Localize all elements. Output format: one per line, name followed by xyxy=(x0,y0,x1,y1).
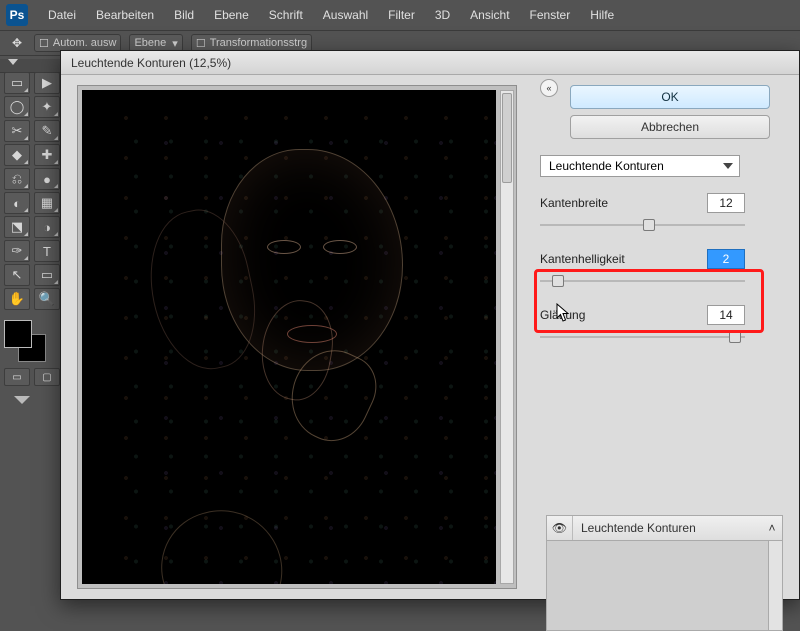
effect-layer-row[interactable]: 👁 Leuchtende Konturen ˄ xyxy=(546,515,783,541)
dodge-tool[interactable]: ◑ xyxy=(34,216,60,238)
preview-image xyxy=(82,90,496,584)
chevron-down-icon xyxy=(723,163,733,169)
magic-wand-tool[interactable]: ✦ xyxy=(34,96,60,118)
slider-knob[interactable] xyxy=(729,331,741,343)
param-edge-width-slider[interactable] xyxy=(540,217,745,233)
app-logo: Ps xyxy=(6,4,28,26)
hand-tool[interactable]: ✋ xyxy=(4,288,30,310)
menu-hilfe[interactable]: Hilfe xyxy=(580,8,624,22)
eraser-tool[interactable]: ◐ xyxy=(4,192,30,214)
shape-tool[interactable]: ▭ xyxy=(34,264,60,286)
menu-filter[interactable]: Filter xyxy=(378,8,425,22)
gradient-tool[interactable]: ▦ xyxy=(34,192,60,214)
crop-tool[interactable]: ✂ xyxy=(4,120,30,142)
window-titlebar[interactable]: Leuchtende Konturen (12,5%) xyxy=(61,51,799,75)
effect-layers-panel: 👁 Leuchtende Konturen ˄ xyxy=(546,515,783,599)
param-edge-width-value[interactable]: 12 xyxy=(707,193,745,213)
menubar: Ps Datei Bearbeiten Bild Ebene Schrift A… xyxy=(0,0,800,30)
layers-vertical-scrollbar[interactable] xyxy=(768,541,782,630)
scrollbar-thumb[interactable] xyxy=(502,93,512,183)
param-edge-brightness-value[interactable]: 2 xyxy=(707,249,745,269)
window-title: Leuchtende Konturen (12,5%) xyxy=(71,56,231,70)
menu-3d[interactable]: 3D xyxy=(425,8,460,22)
zoom-tool[interactable]: 🔍 xyxy=(34,288,60,310)
auto-select-label: Autom. ausw xyxy=(53,37,117,49)
param-smoothness-slider[interactable] xyxy=(540,329,745,345)
param-smoothness-value[interactable]: 14 xyxy=(707,305,745,325)
filter-gallery-window: Leuchtende Konturen (12,5%) xyxy=(60,50,800,600)
menu-schrift[interactable]: Schrift xyxy=(259,8,313,22)
transform-label: Transformationsstrg xyxy=(210,37,307,49)
tools-panel: ▭▶ ◯✦ ✂✎ ◆✚ ⎌● ◐▦ ⬔◑ ✑T ↖▭ ✋🔍 ▭ ▢ xyxy=(4,72,60,404)
screen-mode-toggle[interactable]: ▢ xyxy=(34,368,60,386)
preview-vertical-scrollbar[interactable] xyxy=(500,90,514,584)
slider-knob[interactable] xyxy=(552,275,564,287)
filter-name-dropdown[interactable]: Leuchtende Konturen xyxy=(540,155,740,177)
path-select-tool[interactable]: ↖ xyxy=(4,264,30,286)
chevron-down-icon[interactable] xyxy=(8,59,18,65)
cancel-button[interactable]: Abbrechen xyxy=(570,115,770,139)
history-brush-tool[interactable]: ● xyxy=(34,168,60,190)
effect-layer-name: Leuchtende Konturen xyxy=(573,521,762,535)
slider-knob[interactable] xyxy=(643,219,655,231)
eyedropper-tool[interactable]: ✎ xyxy=(34,120,60,142)
filter-name-label: Leuchtende Konturen xyxy=(549,159,664,173)
menu-bild[interactable]: Bild xyxy=(164,8,204,22)
move-tool[interactable]: ▶ xyxy=(34,72,60,94)
ok-button[interactable]: OK xyxy=(570,85,770,109)
preview-canvas[interactable] xyxy=(82,90,496,584)
pen-tool[interactable]: ✑ xyxy=(4,240,30,262)
layer-target-label: Ebene xyxy=(134,37,166,49)
tools-overflow-icon[interactable] xyxy=(14,396,30,404)
effect-layers-body xyxy=(546,541,783,631)
quick-mask-toggle[interactable]: ▭ xyxy=(4,368,30,386)
preview-pane xyxy=(61,75,536,599)
param-edge-brightness-slider[interactable] xyxy=(540,273,745,289)
param-edge-brightness-label: Kantenhelligkeit xyxy=(540,252,625,266)
visibility-eye-icon[interactable]: 👁 xyxy=(547,516,573,540)
chevron-up-icon[interactable]: ˄ xyxy=(762,521,782,535)
brush-tool[interactable]: ✚ xyxy=(34,144,60,166)
param-smoothness-row: Glättung 14 xyxy=(540,305,745,325)
collapse-thumbs-button[interactable]: « xyxy=(540,79,558,97)
foreground-color-swatch[interactable] xyxy=(4,320,32,348)
param-smoothness-label: Glättung xyxy=(540,308,585,322)
menu-ansicht[interactable]: Ansicht xyxy=(460,8,519,22)
lasso-tool[interactable]: ◯ xyxy=(4,96,30,118)
menu-bearbeiten[interactable]: Bearbeiten xyxy=(86,8,164,22)
menu-fenster[interactable]: Fenster xyxy=(520,8,581,22)
heal-tool[interactable]: ◆ xyxy=(4,144,30,166)
param-edge-width-row: Kantenbreite 12 xyxy=(540,193,745,213)
menu-auswahl[interactable]: Auswahl xyxy=(313,8,378,22)
preview-frame xyxy=(77,85,517,589)
menu-ebene[interactable]: Ebene xyxy=(204,8,259,22)
param-edge-width-label: Kantenbreite xyxy=(540,196,608,210)
stamp-tool[interactable]: ⎌ xyxy=(4,168,30,190)
marquee-tool[interactable]: ▭ xyxy=(4,72,30,94)
param-edge-brightness-row: Kantenhelligkeit 2 xyxy=(540,249,745,269)
color-swatches[interactable] xyxy=(4,320,50,360)
filter-controls-pane: « OK Abbrechen Leuchtende Konturen Kante… xyxy=(536,75,799,599)
move-tool-icon: ✥ xyxy=(8,34,26,52)
type-tool[interactable]: T xyxy=(34,240,60,262)
blur-tool[interactable]: ⬔ xyxy=(4,216,30,238)
menu-datei[interactable]: Datei xyxy=(38,8,86,22)
